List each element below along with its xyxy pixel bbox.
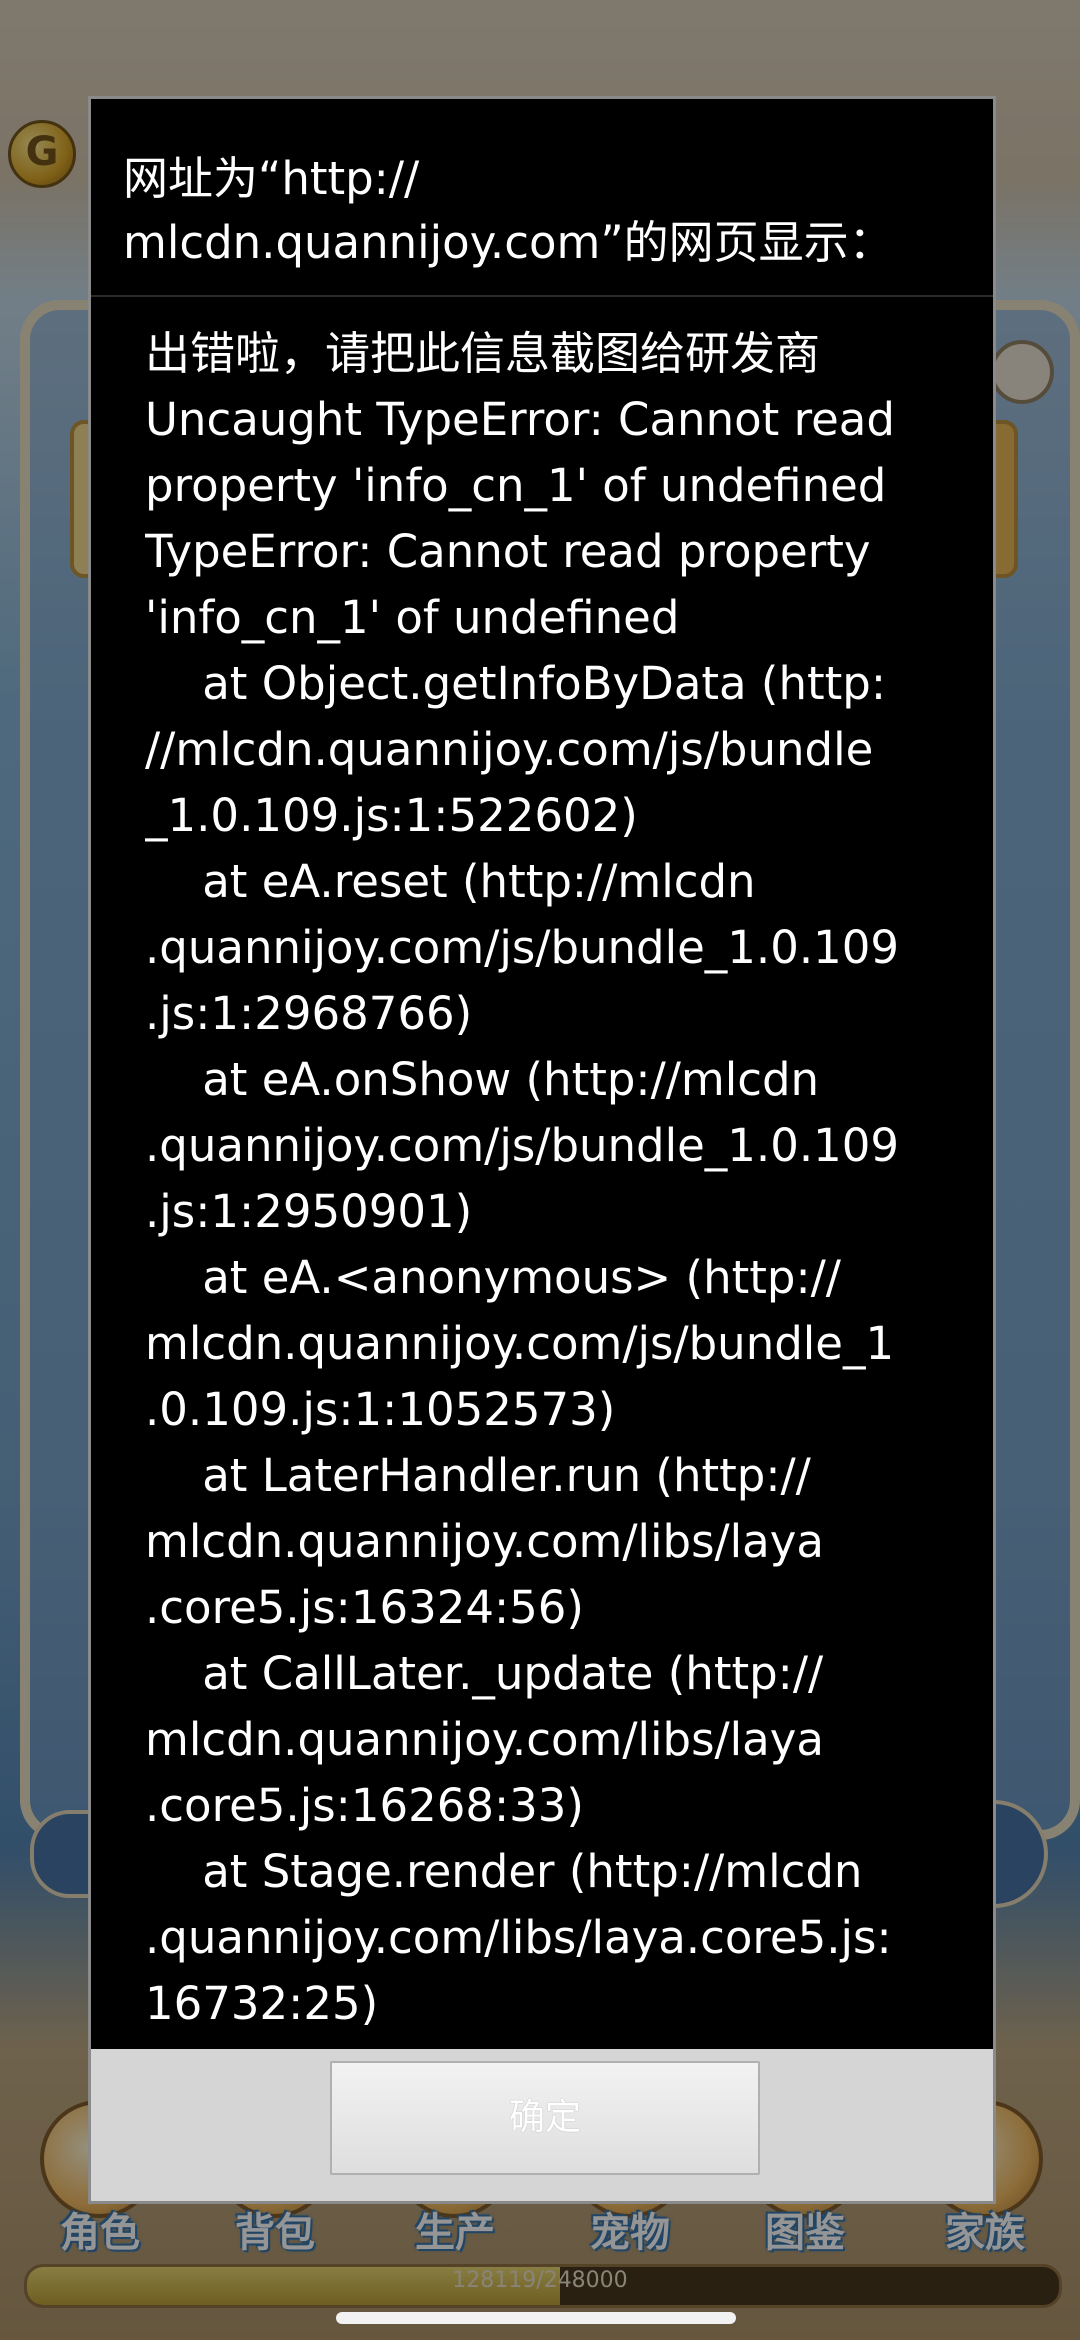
message-line: at Object.getInfoByData (http:: [145, 657, 887, 710]
message-line: mlcdn.quannijoy.com/libs/laya: [145, 1515, 824, 1568]
message-line: at Stage.render (http://mlcdn: [145, 1845, 863, 1898]
message-line: _1.0.109.js:1:522602): [145, 789, 638, 842]
message-line: .0.109.js:1:1052573): [145, 1383, 616, 1436]
home-indicator[interactable]: [336, 2312, 736, 2324]
message-line: property 'info_cn_1' of undefined: [145, 459, 887, 512]
message-line: at eA.<anonymous> (http://: [145, 1251, 841, 1304]
message-line: TypeError: Cannot read property: [145, 525, 871, 578]
message-line: .core5.js:16324:56): [145, 1581, 584, 1634]
message-line: Uncaught TypeError: Cannot read: [145, 393, 895, 446]
divider: [91, 295, 993, 297]
dialog-footer: 确定: [91, 2049, 993, 2201]
message-line: .js:1:2968766): [145, 987, 473, 1040]
message-line: 出错啦，请把此信息截图给研发商: [145, 327, 821, 380]
message-line: at eA.reset (http://mlcdn: [145, 855, 756, 908]
error-message[interactable]: 出错啦，请把此信息截图给研发商 Uncaught TypeError: Canno…: [145, 321, 945, 2111]
message-line: .js:1:2950901): [145, 1185, 473, 1238]
message-line: //mlcdn.quannijoy.com/js/bundle: [145, 723, 874, 776]
message-line: mlcdn.quannijoy.com/js/bundle_1: [145, 1317, 895, 1370]
alert-dialog: 网址为“http://mlcdn.quannijoy.com”的网页显示： 出错…: [88, 96, 996, 2204]
message-line: at eA.onShow (http://mlcdn: [145, 1053, 820, 1106]
message-line: at LaterHandler.run (http://: [145, 1449, 811, 1502]
message-line: 'info_cn_1' of undefined: [145, 591, 680, 644]
ok-button[interactable]: 确定: [330, 2061, 760, 2175]
message-line: .quannijoy.com/js/bundle_1.0.109: [145, 921, 900, 974]
message-line: 16732:25): [145, 1977, 379, 2030]
dialog-title: 网址为“http://mlcdn.quannijoy.com”的网页显示：: [123, 152, 894, 269]
message-line: .quannijoy.com/js/bundle_1.0.109: [145, 1119, 900, 1172]
message-line: at CallLater._update (http://: [145, 1647, 824, 1700]
message-line: mlcdn.quannijoy.com/libs/laya: [145, 1713, 824, 1766]
message-line: .quannijoy.com/libs/laya.core5.js:: [145, 1911, 892, 1964]
message-line: .core5.js:16268:33): [145, 1779, 584, 1832]
